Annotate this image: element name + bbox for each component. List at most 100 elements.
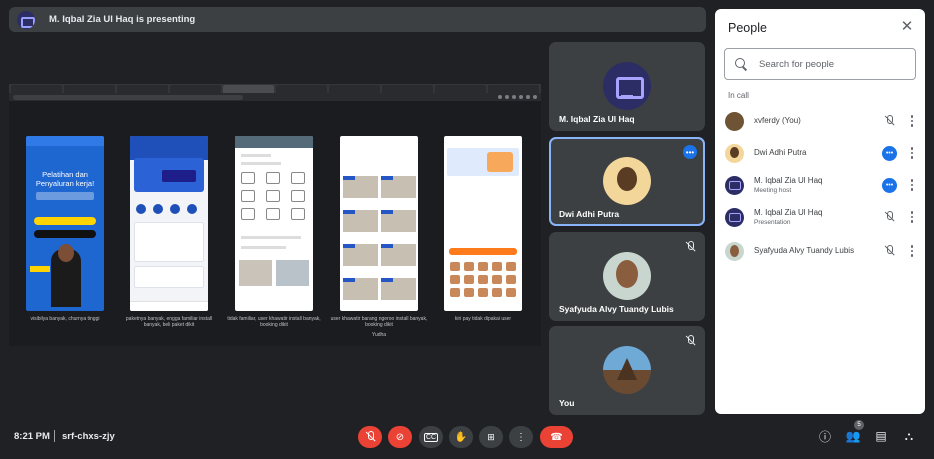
more-options-icon[interactable] xyxy=(907,210,917,224)
shared-screen: Pelatihan dan Penyaluran kerja! visibily… xyxy=(9,84,541,346)
panel-title: People xyxy=(728,21,767,35)
screen-caption: kiri pay tidak dipakai user xyxy=(454,316,512,322)
mic-off-icon xyxy=(683,334,697,348)
avatar xyxy=(725,111,744,131)
speaking-indicator-icon: ••• xyxy=(683,145,697,159)
speaking-indicator-icon: ••• xyxy=(882,177,897,193)
browser-tab xyxy=(435,85,486,93)
close-icon[interactable]: ✕ xyxy=(899,19,915,35)
browser-tab xyxy=(329,85,380,93)
mic-toggle-button[interactable] xyxy=(358,426,382,448)
avatar xyxy=(725,241,744,261)
app-screen-3 xyxy=(235,136,313,311)
browser-address-bar xyxy=(9,93,541,101)
participant-name: Dwi Adhi Putra xyxy=(559,209,620,219)
people-icon[interactable]: 👥 xyxy=(845,428,861,444)
raise-hand-button[interactable]: ✋ xyxy=(449,426,473,448)
url-field xyxy=(13,94,243,100)
app-screen-4 xyxy=(340,136,418,311)
app-screen-2 xyxy=(130,136,208,311)
mic-off-icon xyxy=(881,113,897,129)
person-role: Meeting host xyxy=(754,186,792,194)
browser-tab xyxy=(64,85,115,93)
browser-extension-icons xyxy=(498,95,537,99)
camera-off-icon: ⊘ xyxy=(395,431,405,443)
hand-icon: ✋ xyxy=(454,431,468,443)
leave-call-button[interactable]: ☎ xyxy=(540,426,573,448)
screen-caption: tidak familiar, user khawatir install ba… xyxy=(227,316,321,328)
participant-name: M. Iqbal Zia Ul Haq xyxy=(559,114,635,124)
person-row[interactable]: Dwi Adhi Putra ••• xyxy=(725,139,917,167)
presenting-text: M. Iqbal Zia Ul Haq is presenting xyxy=(49,14,196,25)
mic-off-icon xyxy=(881,243,897,259)
presenter-avatar xyxy=(17,10,35,29)
avatar xyxy=(603,346,651,394)
presenting-banner: M. Iqbal Zia Ul Haq is presenting xyxy=(9,7,706,32)
participant-tile[interactable]: ••• Dwi Adhi Putra xyxy=(549,137,705,226)
browser-tab xyxy=(170,85,221,93)
person-name: M. Iqbal Zia Ul Haq xyxy=(754,207,823,217)
search-box[interactable] xyxy=(724,48,916,80)
person-row[interactable]: xvferdy (You) xyxy=(725,107,917,135)
app-screen-5 xyxy=(444,136,522,311)
divider xyxy=(54,430,55,442)
mic-off-icon xyxy=(683,240,697,254)
bottom-toolbar: 8:21 PM srf-chxs-zjy ⊘ CC ✋ ⊞ ⋮ ☎ ⓘ 👥 5 … xyxy=(0,418,934,459)
present-screen-icon: ⊞ xyxy=(487,431,495,442)
browser-tab xyxy=(11,85,62,93)
participant-tile[interactable]: M. Iqbal Zia Ul Haq xyxy=(549,42,705,131)
avatar xyxy=(725,207,744,227)
participant-tile[interactable]: Syafyuda Alvy Tuandy Lubis xyxy=(549,232,705,321)
avatar xyxy=(603,62,651,110)
activities-icon[interactable]: ⛬ xyxy=(901,428,917,444)
person-name: Syafyuda Alvy Tuandy Lubis xyxy=(754,246,855,255)
browser-tab xyxy=(223,85,274,93)
person-name: xvferdy (You) xyxy=(754,116,801,125)
chat-icon[interactable]: ▤ xyxy=(873,428,889,444)
clock: 8:21 PM xyxy=(14,431,50,442)
person-name: Dwi Adhi Putra xyxy=(754,148,807,157)
captions-icon: CC xyxy=(423,432,439,442)
app-screen-1: Pelatihan dan Penyaluran kerja! xyxy=(26,136,104,311)
mic-off-icon xyxy=(365,431,375,443)
browser-tab xyxy=(276,85,327,93)
more-options-icon[interactable] xyxy=(907,146,917,160)
person-row[interactable]: M. Iqbal Zia Ul Haq Meeting host ••• xyxy=(725,171,917,199)
screen-caption: user khawatir barang ngeroo install bany… xyxy=(330,316,428,328)
participant-name: You xyxy=(559,398,575,408)
browser-tab xyxy=(382,85,433,93)
people-panel: People ✕ In call xvferdy (You) Dwi Adhi … xyxy=(715,9,925,414)
participant-name: Syafyuda Alvy Tuandy Lubis xyxy=(559,304,674,314)
captions-button[interactable]: CC xyxy=(419,426,443,448)
screen-caption: visibilya banyak, churnya tinggi xyxy=(30,316,100,322)
meeting-code: srf-chxs-zjy xyxy=(62,431,115,442)
person-row[interactable]: Syafyuda Alvy Tuandy Lubis xyxy=(725,237,917,265)
camera-toggle-button[interactable]: ⊘ xyxy=(388,426,412,448)
speaking-indicator-icon: ••• xyxy=(882,145,897,161)
avatar xyxy=(725,143,744,163)
participant-tile[interactable]: You xyxy=(549,326,705,415)
more-options-icon[interactable] xyxy=(907,114,917,128)
people-count-badge: 5 xyxy=(854,420,864,430)
person-row[interactable]: M. Iqbal Zia Ul Haq Presentation xyxy=(725,203,917,231)
more-options-button[interactable]: ⋮ xyxy=(509,426,533,448)
avatar xyxy=(603,157,651,205)
present-button[interactable]: ⊞ xyxy=(479,426,503,448)
screen-caption: paketnya banyak, engga familiar install … xyxy=(125,316,213,328)
app-headline: Pelatihan dan Penyaluran kerja! xyxy=(35,170,95,188)
volume-off-icon xyxy=(881,209,897,225)
screen-caption-name: Yudha xyxy=(371,332,387,338)
person-role: Presentation xyxy=(754,218,791,226)
search-input[interactable] xyxy=(759,58,909,70)
meeting-info-icon[interactable]: ⓘ xyxy=(817,428,833,444)
search-icon xyxy=(735,58,747,70)
browser-tabs xyxy=(9,84,541,93)
hang-up-icon: ☎ xyxy=(550,431,563,443)
more-options-icon[interactable] xyxy=(907,244,917,258)
person-name: M. Iqbal Zia Ul Haq xyxy=(754,175,823,185)
more-options-icon[interactable] xyxy=(907,178,917,192)
avatar xyxy=(725,175,744,195)
more-vert-icon: ⋮ xyxy=(516,431,526,443)
browser-tab xyxy=(488,85,539,93)
browser-tab xyxy=(117,85,168,93)
